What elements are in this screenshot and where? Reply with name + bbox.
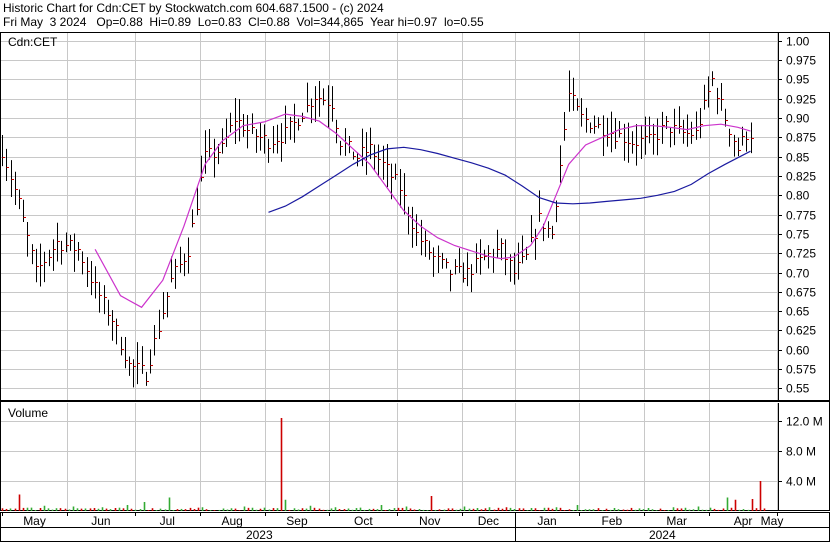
y-tick-label: 0.80 xyxy=(786,189,810,203)
month-label: Feb xyxy=(602,514,623,528)
year-label: 2023 xyxy=(246,528,273,542)
price-panel-frame xyxy=(0,32,830,401)
month-label: Oct xyxy=(354,514,373,528)
year-label: 2024 xyxy=(649,528,676,542)
y-tick-label: 0.925 xyxy=(786,93,816,107)
y-tick-label: 0.675 xyxy=(786,286,816,300)
month-label: Jun xyxy=(91,514,110,528)
symbol-label: Cdn:CET xyxy=(8,35,58,49)
month-label: Apr xyxy=(734,514,753,528)
y-tick-label: 0.70 xyxy=(786,267,810,281)
y-tick-label: 0.625 xyxy=(786,324,816,338)
y-tick-label: 0.60 xyxy=(786,344,810,358)
volume-panel-frame xyxy=(0,401,830,511)
month-label: Sep xyxy=(286,514,308,528)
month-label: Dec xyxy=(478,514,499,528)
moving-average-short xyxy=(94,113,751,309)
month-label: Aug xyxy=(221,514,242,528)
y-tick-label: 1.00 xyxy=(786,35,810,49)
y-tick-label: 0.75 xyxy=(786,228,810,242)
y-tick-label: 0.775 xyxy=(786,209,816,223)
y-tick-label: 0.65 xyxy=(786,305,810,319)
y-tick-label: 0.55 xyxy=(786,382,810,396)
volume-tick-label: 8.0 M xyxy=(786,445,816,459)
month-label: May xyxy=(23,514,46,528)
y-tick-label: 0.725 xyxy=(786,247,816,261)
y-tick-label: 0.95 xyxy=(786,73,810,87)
month-label: Jan xyxy=(537,514,556,528)
volume-tick-label: 4.0 M xyxy=(786,475,816,489)
volume-label: Volume xyxy=(8,406,48,420)
y-tick-label: 0.575 xyxy=(786,363,816,377)
month-label: May xyxy=(761,514,784,528)
y-tick-label: 0.85 xyxy=(786,151,810,165)
y-tick-label: 0.90 xyxy=(786,112,810,126)
volume-tick-label: 12.0 M xyxy=(786,415,823,429)
y-tick-label: 0.825 xyxy=(786,170,816,184)
month-label: Mar xyxy=(666,514,687,528)
y-tick-label: 0.875 xyxy=(786,131,816,145)
month-label: Jul xyxy=(160,514,175,528)
stock-chart: 1.00 0.975 0.95 0.925 0.90 0.875 0.85 0.825 0.80… xyxy=(0,32,830,542)
y-tick-label: 0.975 xyxy=(786,54,816,68)
month-label: Nov xyxy=(419,514,440,528)
